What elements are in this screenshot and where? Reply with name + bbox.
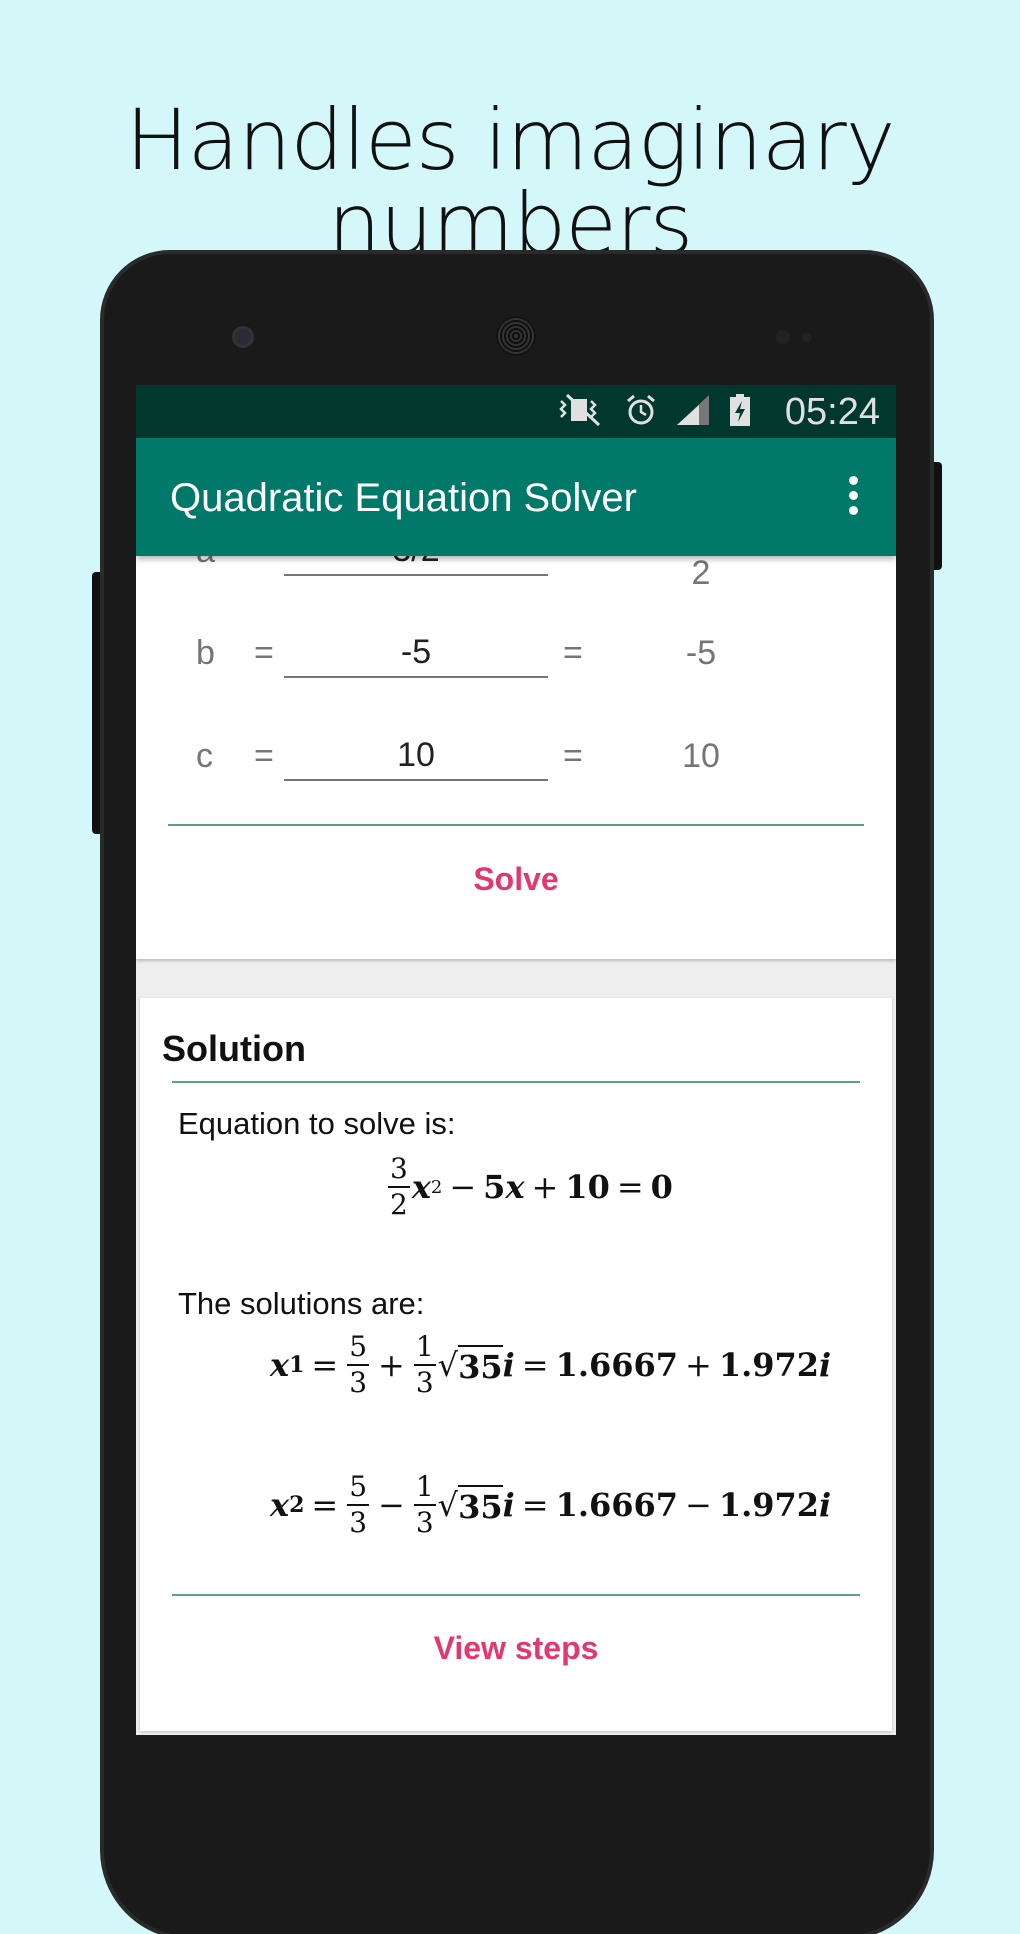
proximity-sensor-icon <box>776 330 790 344</box>
app-title: Quadratic Equation Solver <box>170 476 637 520</box>
battery-charging-icon <box>730 394 750 426</box>
equation-display: 3 2 x2 − 5x + 10 = 0 <box>388 1152 673 1221</box>
status-time: 05:24 <box>784 391 880 433</box>
signal-icon <box>677 395 709 425</box>
coefficient-label: c <box>196 737 213 775</box>
equation-coefficient-fraction: 3 2 <box>388 1152 410 1221</box>
front-camera-icon <box>232 326 254 348</box>
solution-heading: Solution <box>162 1028 306 1069</box>
more-vert-icon[interactable] <box>846 476 860 516</box>
equals-sign: = <box>254 737 274 775</box>
coefficient-row-c: c = 10 = 10 <box>136 719 896 799</box>
app-screen: 05:24 Quadratic Equation Solver a = 3/2 … <box>136 385 896 1735</box>
app-bar: Quadratic Equation Solver <box>136 438 896 556</box>
solve-button[interactable]: Solve <box>136 839 896 919</box>
promo-headline: Handles imaginary numbers <box>125 91 895 273</box>
coefficient-b-result: -5 <box>685 634 717 672</box>
light-sensor-icon <box>802 332 812 342</box>
divider <box>168 824 864 826</box>
equation-intro: Equation to solve is: <box>178 1106 456 1141</box>
earpiece-speaker-icon <box>496 316 536 356</box>
equals-sign: = <box>563 634 583 672</box>
coefficient-a-result-den: 2 <box>691 554 711 592</box>
divider <box>172 1594 860 1596</box>
coefficient-c-input[interactable]: 10 <box>284 729 548 781</box>
equals-sign: = <box>254 634 274 672</box>
coefficients-card: a = 3/2 = 2 b = -5 = -5 c = 10 = 10 Solv… <box>136 531 896 959</box>
vibrate-silent-icon <box>559 393 601 427</box>
view-steps-button[interactable]: View steps <box>140 1608 892 1688</box>
solution-x2: x2 = 53 − 13 √ 35 i = 1.6667 − 1.972 i <box>270 1470 832 1539</box>
solution-card: Solution Equation to solve is: 3 2 x2 − … <box>140 998 892 1731</box>
status-bar: 05:24 <box>136 385 896 438</box>
coefficient-row-b: b = -5 = -5 <box>136 616 896 696</box>
solution-x1: x1 = 53 + 13 √ 35 i = 1.6667 + 1.972 i <box>270 1330 832 1399</box>
coefficient-c-result: 10 <box>682 737 720 775</box>
coefficient-label: b <box>196 634 215 672</box>
coefficient-b-input[interactable]: -5 <box>284 626 548 678</box>
equals-sign: = <box>563 737 583 775</box>
divider <box>172 1081 860 1083</box>
alarm-icon <box>627 394 655 425</box>
solutions-intro: The solutions are: <box>178 1286 425 1321</box>
